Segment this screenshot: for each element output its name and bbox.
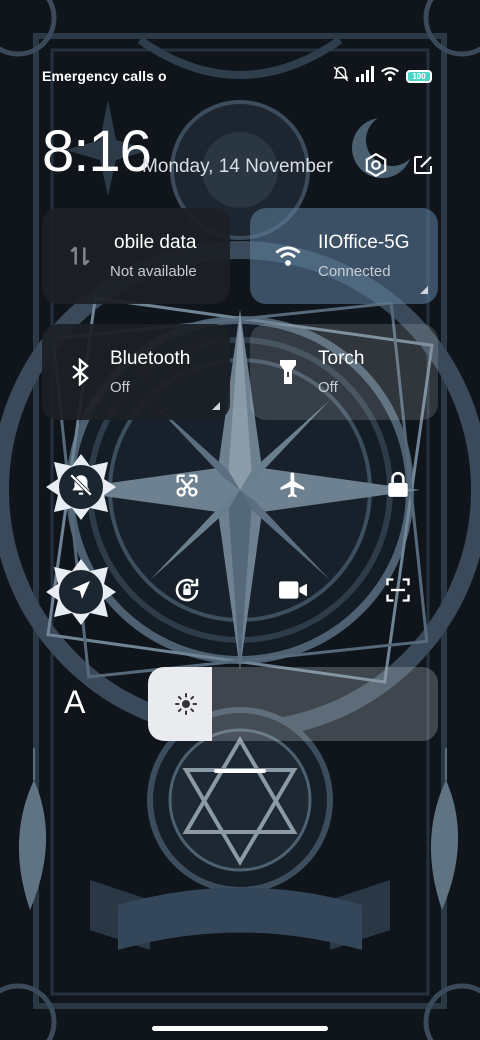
rotation-lock-icon xyxy=(172,575,202,610)
expand-corner-icon xyxy=(212,402,220,410)
bell-off-icon xyxy=(68,472,94,503)
date-text: Monday, 14 November xyxy=(142,156,333,177)
wifi-icon xyxy=(380,66,400,87)
toggle-airplane[interactable] xyxy=(263,457,323,517)
torch-icon xyxy=(272,356,304,388)
edit-icon[interactable] xyxy=(408,150,438,180)
tile-title: IIOffice-5G xyxy=(318,232,410,253)
tile-subtitle: Not available xyxy=(110,263,197,280)
toggle-rotation-lock[interactable] xyxy=(157,562,217,622)
tile-subtitle: Off xyxy=(318,379,338,396)
toggle-screenshot[interactable] xyxy=(157,457,217,517)
brightness-slider[interactable] xyxy=(148,667,438,741)
tile-title: obile data xyxy=(114,232,197,253)
airplane-icon xyxy=(278,470,308,505)
battery-icon: 100 xyxy=(406,69,432,83)
control-center-screen: Emergency calls o 100 8:16 Monday, 14 No… xyxy=(0,0,480,1040)
mobile-data-icon xyxy=(64,240,96,272)
tile-title: Bluetooth xyxy=(110,348,191,369)
tile-title: Torch xyxy=(318,348,365,369)
battery-level: 100 xyxy=(412,71,426,81)
settings-icon[interactable] xyxy=(361,150,391,180)
toggle-location[interactable] xyxy=(46,559,116,625)
expand-corner-icon xyxy=(420,286,428,294)
mute-icon xyxy=(332,65,350,88)
toggle-screen-recorder[interactable] xyxy=(263,562,323,622)
video-camera-icon xyxy=(278,579,308,606)
tile-wifi[interactable]: IIOffice-5G Connected xyxy=(250,208,438,304)
location-arrow-icon xyxy=(69,578,93,607)
bluetooth-icon xyxy=(64,356,96,388)
home-gesture-bar[interactable] xyxy=(152,1026,328,1031)
signal-icon xyxy=(356,65,374,87)
scan-icon xyxy=(384,576,412,609)
tile-bluetooth[interactable]: Bluetooth Off xyxy=(42,324,230,420)
status-icons: 100 xyxy=(332,65,436,88)
tile-torch[interactable]: Torch Off xyxy=(250,324,438,420)
panel-drag-handle[interactable] xyxy=(214,769,266,773)
lock-icon xyxy=(385,471,411,504)
tile-subtitle: Off xyxy=(110,379,130,396)
sun-icon xyxy=(174,692,198,716)
toggle-lock-screen[interactable] xyxy=(368,457,428,517)
tile-mobile-data[interactable]: obile data Not available xyxy=(42,208,230,304)
carrier-text: Emergency calls o xyxy=(42,68,167,84)
scissors-icon xyxy=(173,471,201,504)
wifi-icon xyxy=(272,240,304,272)
auto-brightness-button[interactable]: A xyxy=(64,684,85,721)
toggle-silent[interactable] xyxy=(46,454,116,520)
toggle-scanner[interactable] xyxy=(368,562,428,622)
clock-time: 8:16 xyxy=(42,119,152,184)
tile-subtitle: Connected xyxy=(318,263,391,280)
